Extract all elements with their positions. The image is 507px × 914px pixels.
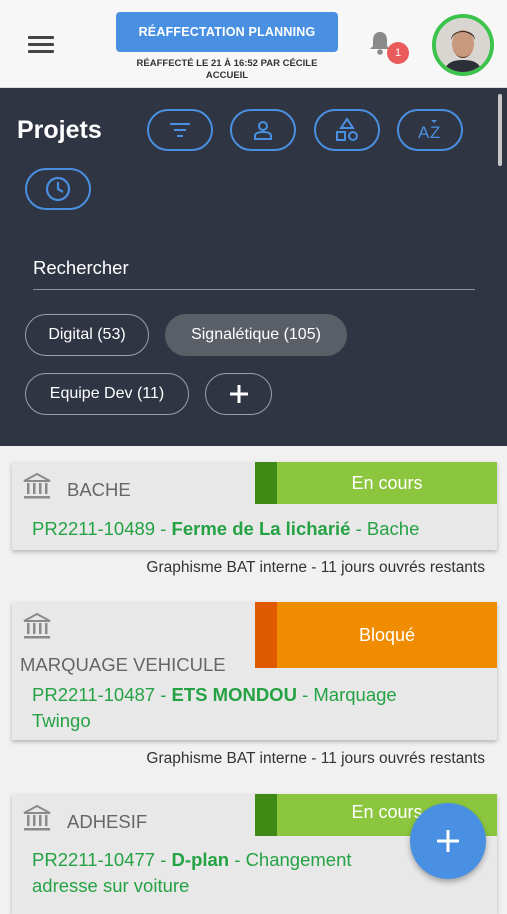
hamburger-menu-icon[interactable] bbox=[28, 36, 54, 54]
notification-badge: 1 bbox=[387, 42, 409, 64]
chip-signaletique[interactable]: Signalétique (105) bbox=[165, 314, 347, 356]
scrollbar[interactable] bbox=[498, 94, 502, 166]
project-reference: PR2211-10477 - D-plan - Changement adres… bbox=[32, 849, 352, 896]
project-category: BACHE bbox=[67, 479, 131, 500]
project-reference: PR2211-10489 - Ferme de La licharié - Ba… bbox=[32, 518, 420, 539]
plus-icon bbox=[229, 385, 248, 403]
add-chip-button[interactable] bbox=[205, 373, 272, 415]
project-reference: PR2211-10487 - ETS MONDOU - Marquage Twi… bbox=[32, 684, 397, 731]
add-project-button[interactable] bbox=[410, 803, 486, 879]
chip-equipe-dev[interactable]: Equipe Dev (11) bbox=[25, 373, 189, 415]
bank-icon bbox=[23, 612, 51, 639]
bank-icon bbox=[23, 804, 51, 831]
project-meta: Graphisme BAT interne - 11 jours ouvrés … bbox=[146, 559, 485, 576]
chip-digital[interactable]: Digital (53) bbox=[25, 314, 149, 356]
date-filter-button[interactable] bbox=[25, 168, 91, 210]
user-icon bbox=[254, 121, 272, 140]
project-category: ADHESIF bbox=[67, 811, 148, 832]
svg-text:Z: Z bbox=[430, 123, 440, 142]
search-input[interactable]: Rechercher bbox=[33, 257, 475, 290]
category-filter-button[interactable] bbox=[314, 109, 380, 151]
project-card[interactable]: Bloqué MARQUAGE VEHICULE PR2211-10487 - … bbox=[12, 602, 497, 740]
reassign-planning-button[interactable]: RÉAFFECTATION PLANNING bbox=[116, 12, 338, 52]
user-avatar[interactable] bbox=[432, 14, 494, 76]
project-card[interactable]: BACHE En cours PR2211-10489 - Ferme de L… bbox=[12, 462, 497, 550]
sort-az-icon: A Z bbox=[418, 120, 440, 142]
page-title: Projets bbox=[17, 116, 102, 144]
plus-icon bbox=[437, 830, 459, 852]
top-bar: RÉAFFECTATION PLANNING RÉAFFECTÉ LE 21 À… bbox=[0, 0, 507, 88]
project-meta: Graphisme BAT interne - 11 jours ouvrés … bbox=[146, 750, 485, 767]
search-placeholder: Rechercher bbox=[33, 257, 129, 278]
clock-icon bbox=[45, 176, 71, 202]
filter-button[interactable] bbox=[147, 109, 213, 151]
filter-icon bbox=[170, 123, 190, 137]
user-filter-button[interactable] bbox=[230, 109, 296, 151]
status-badge: En cours bbox=[255, 462, 497, 504]
bank-icon bbox=[23, 472, 51, 499]
reassign-info-text: RÉAFFECTÉ LE 21 À 16:52 PAR CÉCILE ACCUE… bbox=[136, 58, 318, 81]
status-badge: Bloqué bbox=[255, 602, 497, 668]
shapes-icon bbox=[336, 117, 358, 141]
svg-text:A: A bbox=[418, 123, 430, 142]
sort-button[interactable]: A Z bbox=[397, 109, 463, 151]
project-category: MARQUAGE VEHICULE bbox=[20, 654, 226, 675]
